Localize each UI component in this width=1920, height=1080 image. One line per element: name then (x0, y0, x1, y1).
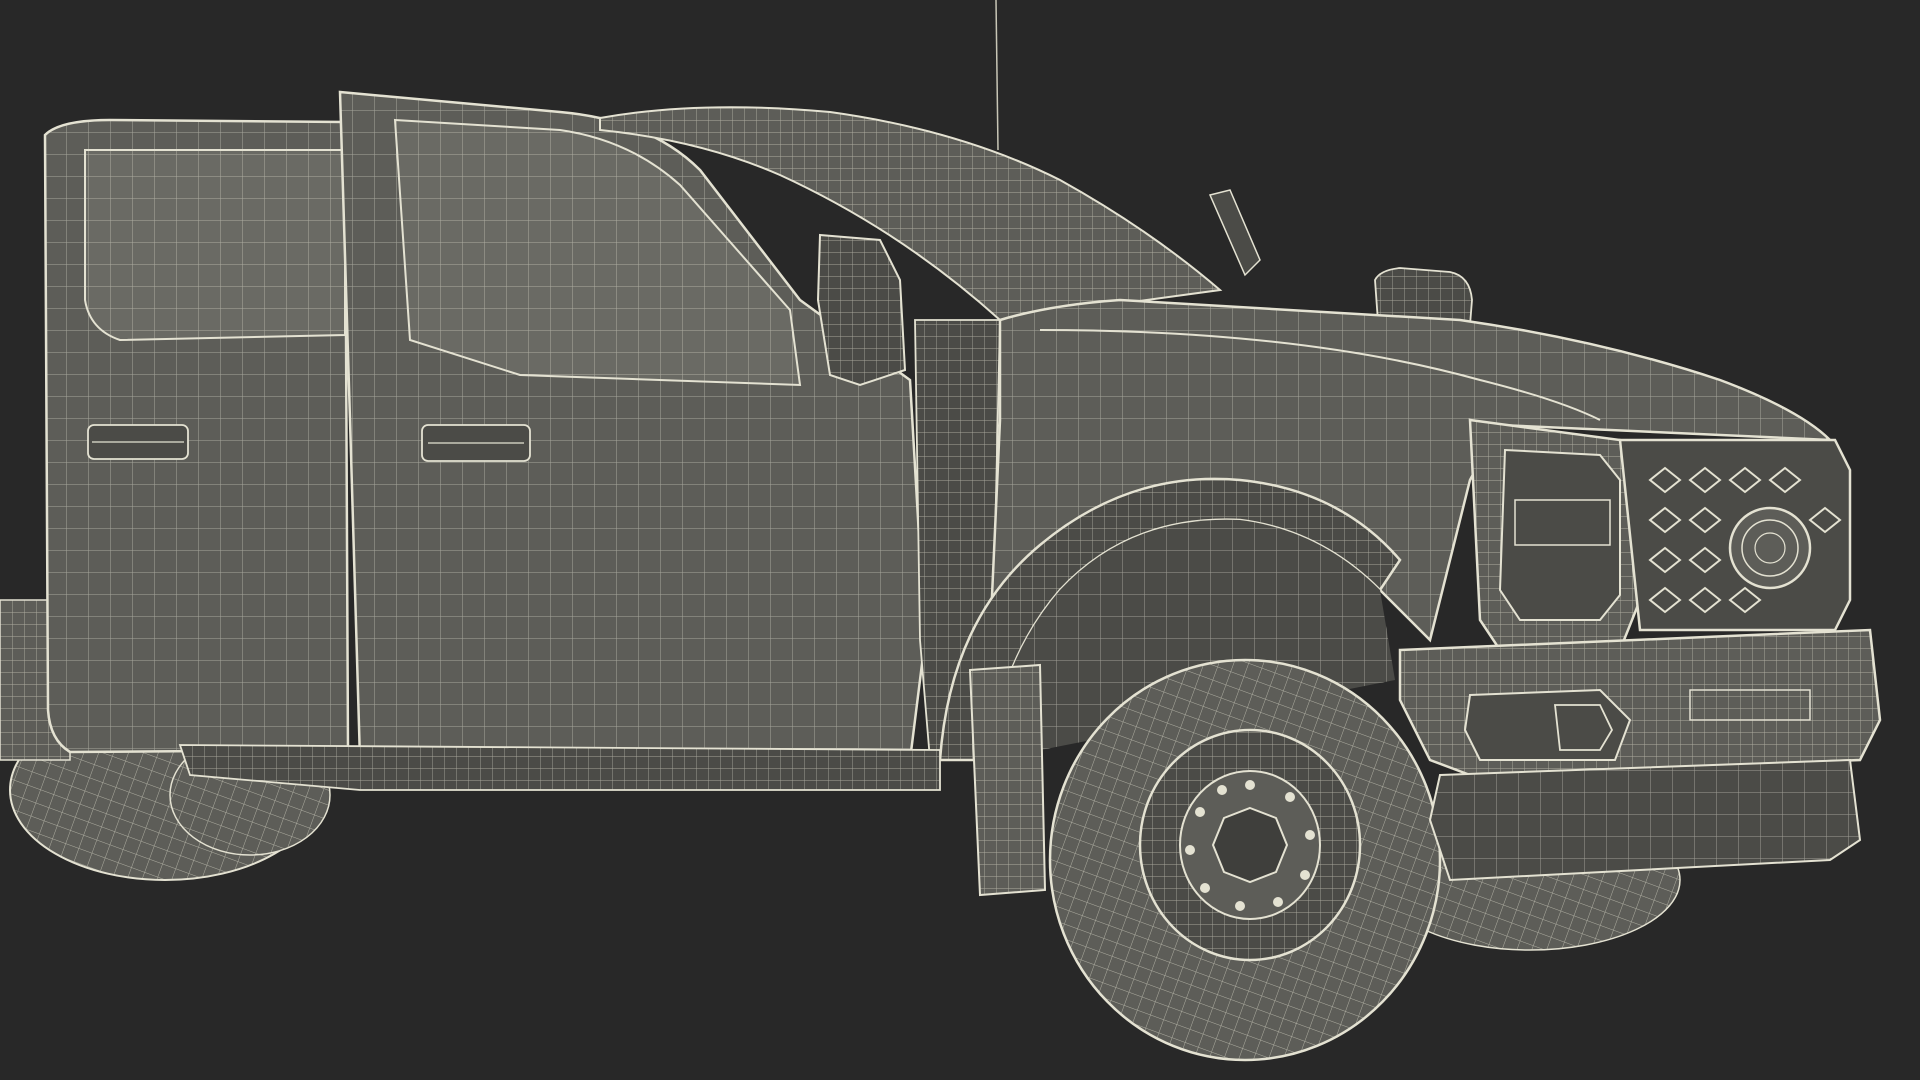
headlight (1468, 418, 1642, 652)
hood-mirror (1208, 189, 1473, 326)
antenna (995, 0, 999, 151)
front-bumper (1398, 628, 1882, 882)
side-mirror (816, 233, 907, 387)
grille (1618, 438, 1852, 632)
render-viewport (0, 0, 1920, 1080)
rear-door (43, 118, 350, 754)
truck-wireframe-render (0, 0, 1882, 1062)
mud-flap (968, 663, 1047, 897)
rocker-panel (178, 744, 941, 791)
fog-light (1463, 688, 1632, 761)
wheel-hub (1211, 806, 1289, 884)
